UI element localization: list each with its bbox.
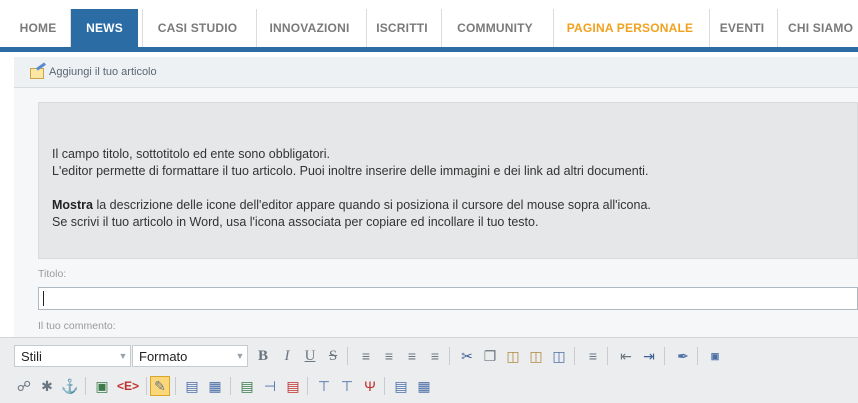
layout-icon[interactable]: ▦	[414, 376, 434, 396]
align-justify-icon[interactable]: ≡	[425, 346, 445, 366]
comment-label: Il tuo commento:	[38, 320, 116, 332]
italic-button[interactable]: I	[277, 346, 297, 366]
toolbar-divider	[574, 347, 575, 365]
text-caret	[43, 291, 44, 306]
instruction-line: Se scrivi il tuo articolo in Word, usa l…	[52, 215, 539, 229]
anchor-icon[interactable]: ⚓	[60, 376, 80, 396]
nav-chi-siamo[interactable]: CHI SIAMO	[778, 9, 858, 47]
insert-column-icon[interactable]: ⊣	[260, 376, 280, 396]
nav-eventi[interactable]: EVENTI	[710, 9, 774, 47]
edit-icon[interactable]: ✎	[150, 376, 170, 396]
nav-community[interactable]: COMMUNITY	[442, 9, 548, 47]
align-right-icon[interactable]: ≡	[402, 346, 422, 366]
edit-article-icon	[30, 62, 46, 79]
strikethrough-button[interactable]: S	[323, 346, 343, 366]
nav-news[interactable]: NEWS	[71, 9, 138, 47]
align-left-icon[interactable]: ≡	[356, 346, 376, 366]
insert-row-icon[interactable]: ▤	[237, 376, 257, 396]
add-article-label: Aggiungi il tuo articolo	[49, 66, 157, 78]
instruction-bold: Mostra	[52, 198, 93, 212]
instruction-line: Il campo titolo, sottotitolo ed ente son…	[52, 147, 330, 161]
toolbar-divider	[664, 347, 665, 365]
toolbar-divider	[307, 377, 308, 395]
toolbar-divider	[146, 377, 147, 395]
toolbar-divider	[85, 377, 86, 395]
align-center-icon[interactable]: ≡	[379, 346, 399, 366]
instruction-rest: la descrizione delle icone dell'editor a…	[92, 198, 651, 212]
paste-text-icon[interactable]: ◫	[526, 346, 546, 366]
toolbar-divider	[384, 377, 385, 395]
toolbar-divider	[347, 347, 348, 365]
image-icon[interactable]: ▣	[92, 376, 112, 396]
instruction-line: L'editor permette di formattare il tuo a…	[52, 164, 649, 178]
nav-iscritti[interactable]: ISCRITTI	[367, 9, 437, 47]
delete-column-icon[interactable]: Ψ	[360, 376, 380, 396]
chevron-down-icon: ▼	[235, 351, 245, 361]
split-cells-icon[interactable]: ⊤	[337, 376, 357, 396]
nav-casi-studio[interactable]: CASI STUDIO	[143, 9, 252, 47]
toolbar-divider	[449, 347, 450, 365]
nav-home[interactable]: HOME	[12, 9, 64, 47]
title-input[interactable]	[38, 287, 858, 310]
brush-icon[interactable]: ✒	[673, 346, 693, 366]
bold-button[interactable]: B	[253, 346, 273, 366]
template-icon[interactable]: ▤	[391, 376, 411, 396]
toolbar-divider	[175, 377, 176, 395]
main-nav: HOME NEWS CASI STUDIO INNOVAZIONI ISCRIT…	[0, 0, 858, 52]
merge-cells-icon[interactable]: ⊤	[314, 376, 334, 396]
bulleted-list-icon[interactable]: ≡	[583, 346, 603, 366]
indent-icon[interactable]: ⇥	[639, 346, 659, 366]
format-select[interactable]: Formato ▼	[132, 345, 248, 367]
article-toolbar: Aggiungi il tuo articolo	[14, 57, 858, 88]
table-properties-icon[interactable]: ▦	[205, 376, 225, 396]
cut-icon[interactable]: ✂	[457, 346, 477, 366]
chevron-down-icon: ▼	[118, 351, 128, 361]
underline-button[interactable]: U	[300, 346, 320, 366]
title-label: Titolo:	[38, 268, 67, 280]
copy-icon[interactable]: ❐	[480, 346, 500, 366]
delete-row-icon[interactable]: ▤	[283, 376, 303, 396]
link-icon[interactable]: ☍	[14, 376, 34, 396]
toolbar-divider	[230, 377, 231, 395]
nav-innovazioni[interactable]: INNOVAZIONI	[257, 9, 362, 47]
styles-select[interactable]: Stili ▼	[14, 345, 131, 367]
source-tag-button[interactable]: <E>	[114, 376, 142, 396]
table-icon[interactable]: ▤	[182, 376, 202, 396]
html-source-icon[interactable]: ▣	[705, 346, 725, 366]
toolbar-divider	[607, 347, 608, 365]
add-article-button[interactable]: Aggiungi il tuo articolo	[30, 62, 157, 79]
instructions-box: Il campo titolo, sottotitolo ed ente son…	[38, 102, 858, 259]
unlink-icon[interactable]: ✱	[37, 376, 57, 396]
outdent-icon[interactable]: ⇤	[616, 346, 636, 366]
instruction-line: Mostra la descrizione delle icone dell'e…	[52, 197, 651, 214]
paste-word-icon[interactable]: ◫	[549, 346, 569, 366]
nav-pagina-personale[interactable]: PAGINA PERSONALE	[554, 9, 706, 47]
rich-text-toolbar: Stili ▼ Formato ▼ B I U S ≡ ≡ ≡ ≡ ✂ ❐ ◫ …	[0, 337, 858, 403]
toolbar-divider	[697, 347, 698, 365]
paste-icon[interactable]: ◫	[503, 346, 523, 366]
